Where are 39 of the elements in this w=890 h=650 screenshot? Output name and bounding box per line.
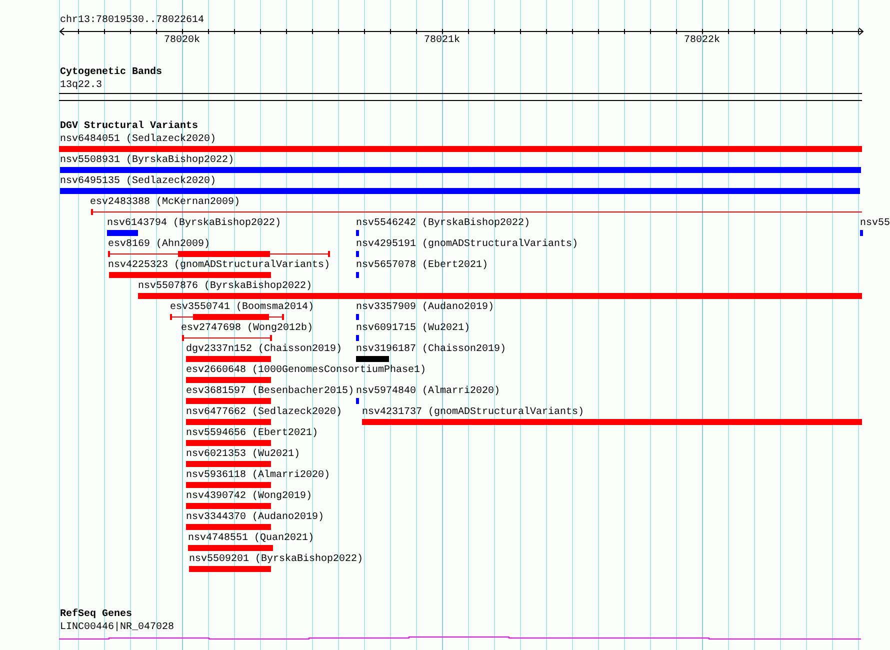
variant-label: nsv4748551 (Quan2021) [188,533,314,545]
variant-label: nsv5507876 (ByrskaBishop2022) [138,281,312,293]
variant-label: nsv6495135 (Sedlazeck2020) [60,176,216,188]
variant-label: esv3550741 (Boomsma2014) [170,302,314,314]
variant-label: nsv5509201 (ByrskaBishop2022) [189,554,364,566]
variant-label: nsv3344370 (Audano2019) [186,512,324,524]
variant-label: esv2483388 (McKernan2009) [90,197,240,209]
band-label: 13q22.3 [60,80,102,92]
ruler-tick-label: 78020k [164,35,200,47]
variant-label: nsv6143794 (ByrskaBishop2022) [107,218,282,230]
ruler-tick-label: 78021k [424,35,460,47]
track-title: DGV Structural Variants [60,121,198,133]
variant-label: dgv2337n152 (Chaisson2019) [186,344,342,356]
variant-label: nsv5594656 (Ebert2021) [186,428,318,440]
location-label: chr13:78019530..78022614 [60,15,204,27]
variant-label: nsv6021353 (Wu2021) [186,449,300,461]
variant-label: nsv6477662 (Sedlazeck2020) [186,407,342,419]
variant-label: nsv5546242 (ByrskaBishop2022) [356,218,530,230]
track-title: Cytogenetic Bands [60,67,162,79]
variant-label: nsv5936118 (Almarri2020) [186,470,330,482]
variant-label: esv8169 (Ahn2009) [108,239,210,251]
gene-label: LINC00446|NR_047028 [60,622,174,634]
variant-label: nsv4295191 (gnomADStructuralVariants) [356,239,578,251]
variant-label: nsv5657078 (Ebert2021) [356,260,488,272]
variant-label: nsv4225323 (gnomADStructuralVariants) [108,260,330,272]
variant-label: nsv3196187 (Chaisson2019) [356,344,506,356]
ruler-tick-label: 78022k [684,35,720,47]
variant-label: esv2660648 (1000GenomesConsortiumPhase1) [186,365,426,377]
variant-label: esv2747698 (Wong2012b) [181,323,314,335]
variant-label: nsv4231737 (gnomADStructuralVariants) [362,407,584,419]
track-title: RefSeq Genes [60,609,132,621]
variant-label: nsv55 [860,218,890,230]
variant-label: nsv4390742 (Wong2019) [186,491,312,503]
variant-label: nsv6091715 (Wu2021) [356,323,470,335]
variant-label: esv3681597 (Besenbacher2015) [186,386,354,398]
variant-label: nsv5508931 (ByrskaBishop2022) [60,155,234,167]
variant-label: nsv6484051 (Sedlazeck2020) [60,134,216,146]
variant-label: nsv5974840 (Almarri2020) [356,386,500,398]
variant-label: nsv3357909 (Audano2019) [356,302,494,314]
